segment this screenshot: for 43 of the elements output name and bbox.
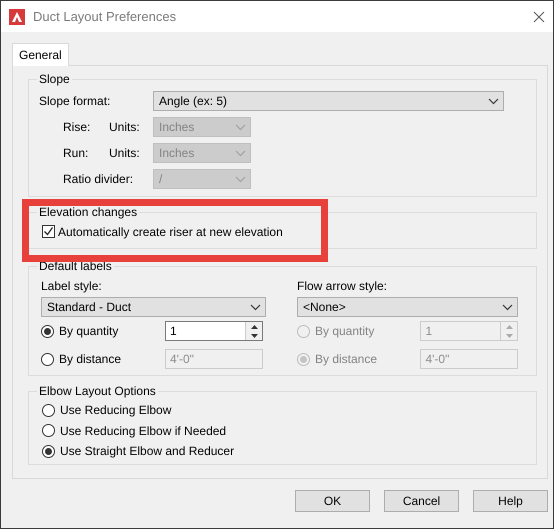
field-label: Run:: [63, 146, 90, 160]
dialog-button[interactable]: Help: [473, 490, 548, 512]
dialog-button[interactable]: Cancel: [384, 490, 459, 512]
dropdown[interactable]: Angle (ex: 5): [153, 91, 504, 111]
field-label: Units:: [109, 146, 141, 160]
radio-label[interactable]: Use Reducing Elbow: [60, 403, 172, 418]
field-label: Slope format:: [39, 94, 112, 108]
group-title: Slope: [38, 72, 71, 86]
number-field[interactable]: 1: [165, 321, 263, 341]
radio-label[interactable]: Use Reducing Elbow if Needed: [60, 424, 226, 438]
chevron-icon: [235, 176, 246, 182]
radio-label[interactable]: By distance: [59, 352, 122, 366]
chevron-icon: [235, 124, 246, 130]
checkbox-label[interactable]: Automatically create riser at new elevation: [58, 224, 283, 238]
field-label: Ratio divider:: [63, 172, 134, 186]
field-label: Label style:: [41, 278, 103, 295]
field-label: Flow arrow style:: [297, 278, 388, 295]
radio-button[interactable]: [42, 444, 55, 458]
chevron-icon: [502, 304, 513, 310]
radio-button[interactable]: [42, 404, 55, 417]
dropdown[interactable]: Standard - Duct: [41, 297, 266, 317]
tab[interactable]: General: [12, 43, 69, 66]
close-icon[interactable]: [533, 10, 545, 22]
up-arrow-icon[interactable]: [250, 324, 258, 328]
dialog-button[interactable]: OK: [295, 490, 370, 512]
radio-button[interactable]: [41, 352, 54, 366]
app-logo-icon: [9, 8, 25, 24]
radio-button[interactable]: [41, 324, 54, 338]
radio-button[interactable]: [42, 424, 55, 438]
chevron-icon: [235, 150, 246, 156]
group-title: Elbow Layout Options: [38, 384, 157, 398]
dropdown[interactable]: <None>: [297, 297, 518, 317]
radio-label[interactable]: Use Straight Elbow and Reducer: [60, 444, 234, 458]
group-title: Elevation changes: [38, 205, 138, 219]
down-arrow-icon[interactable]: [250, 334, 258, 338]
checkbox[interactable]: [42, 225, 55, 238]
chevron-icon: [250, 304, 261, 310]
field-label: Rise:: [63, 120, 92, 134]
window-title: Duct Layout Preferences: [33, 9, 178, 24]
chevron-icon: [488, 98, 499, 104]
radio-label[interactable]: By quantity: [59, 324, 118, 338]
field-label: Units:: [109, 120, 141, 134]
group-title: Default labels: [38, 259, 113, 273]
